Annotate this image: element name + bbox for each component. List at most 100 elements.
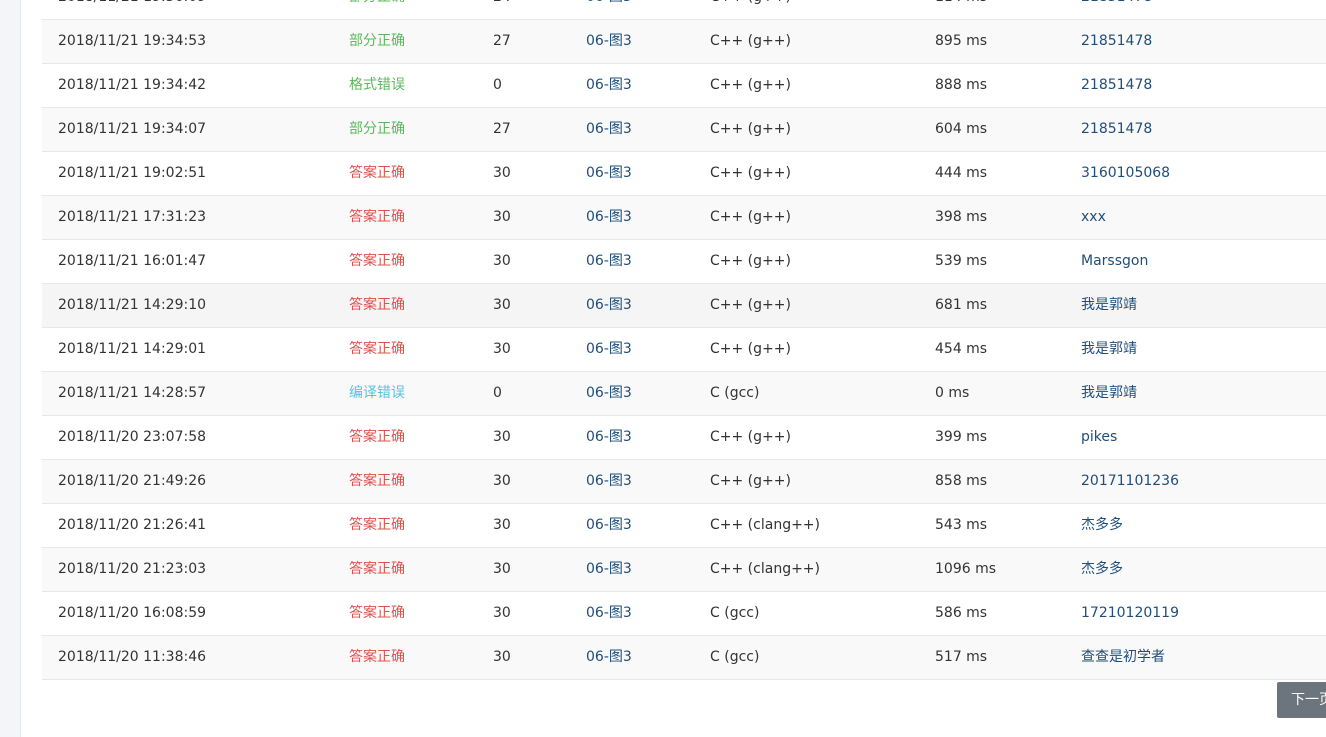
compiler: C++ (g++) xyxy=(710,121,791,137)
user-link[interactable]: 杰多多 xyxy=(1081,504,1123,547)
submit-time: 2018/11/21 17:31:23 xyxy=(58,209,207,225)
table-row: 2018/11/21 19:36:09 部分正确 24 06-图3 C++ (g… xyxy=(42,0,1326,20)
status-link[interactable]: 答案正确 xyxy=(349,196,405,239)
compiler: C++ (g++) xyxy=(710,341,791,357)
run-time: 539 ms xyxy=(935,253,988,269)
problem-link[interactable]: 06-图3 xyxy=(586,416,632,459)
score: 27 xyxy=(493,33,511,49)
table-row: 2018/11/20 23:07:58 答案正确 30 06-图3 C++ (g… xyxy=(42,416,1326,460)
status-link[interactable]: 答案正确 xyxy=(349,152,405,195)
submit-time: 2018/11/20 23:07:58 xyxy=(58,429,207,445)
user-link[interactable]: 我是郭靖 xyxy=(1081,372,1137,415)
submit-time: 2018/11/21 14:28:57 xyxy=(58,385,207,401)
submit-time: 2018/11/20 21:23:03 xyxy=(58,561,207,577)
compiler: C++ (g++) xyxy=(710,77,791,93)
user-link[interactable]: xxx xyxy=(1081,196,1106,239)
run-time: 444 ms xyxy=(935,165,988,181)
user-link[interactable]: 查查是初学者 xyxy=(1081,636,1165,679)
status-link[interactable]: 答案正确 xyxy=(349,504,405,547)
score: 30 xyxy=(493,517,511,533)
compiler: C++ (clang++) xyxy=(710,561,820,577)
user-link[interactable]: 21851478 xyxy=(1081,0,1152,19)
table-row: 2018/11/21 19:34:42 格式错误 0 06-图3 C++ (g+… xyxy=(42,64,1326,108)
run-time: 888 ms xyxy=(935,77,988,93)
score: 30 xyxy=(493,253,511,269)
table-row: 2018/11/20 11:38:46 答案正确 30 06-图3 C (gcc… xyxy=(42,636,1326,680)
run-time: 399 ms xyxy=(935,429,988,445)
user-link[interactable]: 21851478 xyxy=(1081,20,1152,63)
problem-link[interactable]: 06-图3 xyxy=(586,108,632,151)
status-link[interactable]: 答案正确 xyxy=(349,328,405,371)
compiler: C (gcc) xyxy=(710,385,760,401)
user-link[interactable]: 20171101236 xyxy=(1081,460,1179,503)
status-link[interactable]: 部分正确 xyxy=(349,108,405,151)
score: 0 xyxy=(493,385,502,401)
submit-time: 2018/11/20 21:49:26 xyxy=(58,473,207,489)
compiler: C++ (g++) xyxy=(710,0,791,19)
run-time: 543 ms xyxy=(935,517,988,533)
submit-time: 2018/11/21 14:29:01 xyxy=(58,341,207,357)
problem-link[interactable]: 06-图3 xyxy=(586,64,632,107)
user-link[interactable]: pikes xyxy=(1081,416,1117,459)
submissions-table: 2018/11/21 19:36:09 部分正确 24 06-图3 C++ (g… xyxy=(42,0,1326,680)
user-link[interactable]: 我是郭靖 xyxy=(1081,284,1137,327)
run-time: 398 ms xyxy=(935,209,988,225)
table-row: 2018/11/21 19:34:07 部分正确 27 06-图3 C++ (g… xyxy=(42,108,1326,152)
status-link[interactable]: 答案正确 xyxy=(349,592,405,635)
user-link[interactable]: 21851478 xyxy=(1081,64,1152,107)
problem-link[interactable]: 06-图3 xyxy=(586,328,632,371)
problem-link[interactable]: 06-图3 xyxy=(586,372,632,415)
table-row: 2018/11/20 21:23:03 答案正确 30 06-图3 C++ (c… xyxy=(42,548,1326,592)
user-link[interactable]: 21851478 xyxy=(1081,108,1152,151)
score: 30 xyxy=(493,561,511,577)
problem-link[interactable]: 06-图3 xyxy=(586,20,632,63)
status-link[interactable]: 部分正确 xyxy=(349,20,405,63)
submit-time: 2018/11/21 19:34:07 xyxy=(58,121,207,137)
problem-link[interactable]: 06-图3 xyxy=(586,460,632,503)
run-time: 586 ms xyxy=(935,605,988,621)
status-link[interactable]: 格式错误 xyxy=(349,64,405,107)
status-link[interactable]: 编译错误 xyxy=(349,372,405,415)
compiler: C++ (g++) xyxy=(710,253,791,269)
status-link[interactable]: 部分正确 xyxy=(349,0,405,19)
problem-link[interactable]: 06-图3 xyxy=(586,152,632,195)
score: 30 xyxy=(493,473,511,489)
score: 30 xyxy=(493,605,511,621)
status-link[interactable]: 答案正确 xyxy=(349,548,405,591)
table-row: 2018/11/21 14:29:10 答案正确 30 06-图3 C++ (g… xyxy=(42,284,1326,328)
table-row: 2018/11/21 19:34:53 部分正确 27 06-图3 C++ (g… xyxy=(42,20,1326,64)
compiler: C++ (g++) xyxy=(710,429,791,445)
problem-link[interactable]: 06-图3 xyxy=(586,548,632,591)
submit-time: 2018/11/21 14:29:10 xyxy=(58,297,207,313)
compiler: C++ (g++) xyxy=(710,297,791,313)
status-link[interactable]: 答案正确 xyxy=(349,460,405,503)
status-link[interactable]: 答案正确 xyxy=(349,416,405,459)
user-link[interactable]: Marssgon xyxy=(1081,240,1148,283)
problem-link[interactable]: 06-图3 xyxy=(586,592,632,635)
score: 0 xyxy=(493,77,502,93)
compiler: C++ (g++) xyxy=(710,165,791,181)
score: 30 xyxy=(493,165,511,181)
problem-link[interactable]: 06-图3 xyxy=(586,284,632,327)
problem-link[interactable]: 06-图3 xyxy=(586,240,632,283)
table-row: 2018/11/20 21:26:41 答案正确 30 06-图3 C++ (c… xyxy=(42,504,1326,548)
user-link[interactable]: 我是郭靖 xyxy=(1081,328,1137,371)
submit-time: 2018/11/21 19:34:42 xyxy=(58,77,207,93)
table-row: 2018/11/20 21:49:26 答案正确 30 06-图3 C++ (g… xyxy=(42,460,1326,504)
next-page-button[interactable]: 下一页 xyxy=(1277,682,1326,718)
user-link[interactable]: 杰多多 xyxy=(1081,548,1123,591)
status-link[interactable]: 答案正确 xyxy=(349,636,405,679)
main-panel: 2018/11/21 19:36:09 部分正确 24 06-图3 C++ (g… xyxy=(20,0,1326,737)
run-time: 604 ms xyxy=(935,121,988,137)
user-link[interactable]: 17210120119 xyxy=(1081,592,1179,635)
user-link[interactable]: 3160105068 xyxy=(1081,152,1170,195)
problem-link[interactable]: 06-图3 xyxy=(586,0,632,19)
table-row: 2018/11/21 14:28:57 编译错误 0 06-图3 C (gcc)… xyxy=(42,372,1326,416)
problem-link[interactable]: 06-图3 xyxy=(586,504,632,547)
status-link[interactable]: 答案正确 xyxy=(349,240,405,283)
status-link[interactable]: 答案正确 xyxy=(349,284,405,327)
problem-link[interactable]: 06-图3 xyxy=(586,196,632,239)
compiler: C (gcc) xyxy=(710,649,760,665)
problem-link[interactable]: 06-图3 xyxy=(586,636,632,679)
run-time: 895 ms xyxy=(935,33,988,49)
